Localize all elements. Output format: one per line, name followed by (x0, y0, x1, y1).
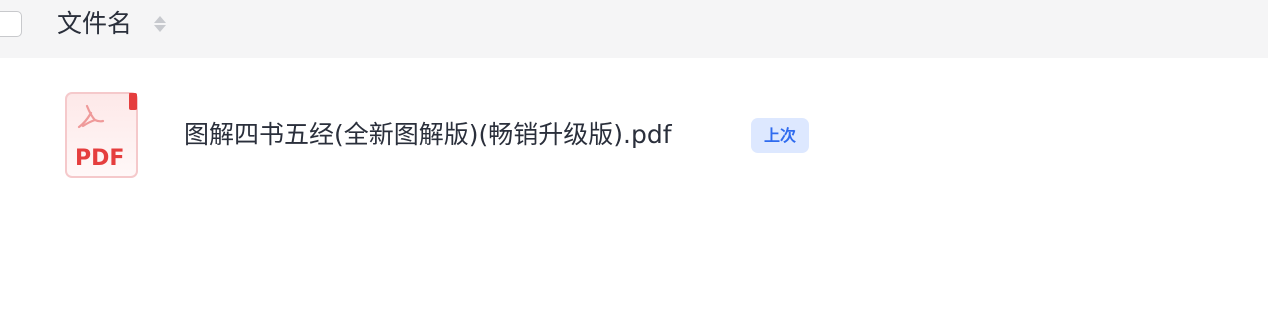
file-row[interactable]: PDF 图解四书五经(全新图解版)(畅销升级版).pdf 上次 (0, 58, 1268, 198)
column-title-filename[interactable]: 文件名 (57, 8, 132, 40)
file-name[interactable]: 图解四书五经(全新图解版)(畅销升级版).pdf (184, 119, 672, 151)
pdf-file-icon: PDF (65, 92, 139, 179)
recent-badge: 上次 (751, 118, 809, 153)
select-all-checkbox[interactable] (0, 11, 22, 37)
sort-icon[interactable] (153, 14, 167, 34)
file-list-header: 文件名 (0, 0, 1268, 58)
pdf-type-label: PDF (75, 146, 124, 171)
